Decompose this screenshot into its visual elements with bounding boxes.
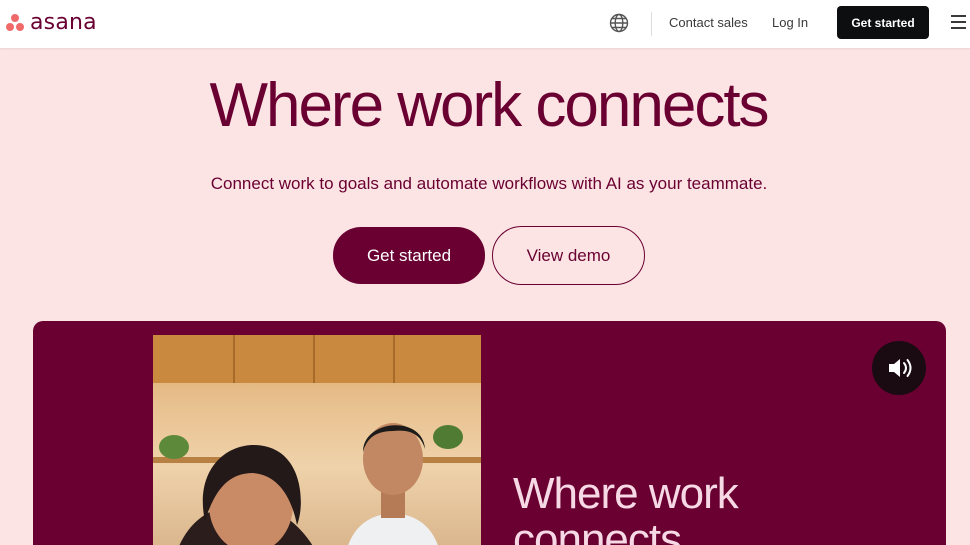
contact-sales-link[interactable]: Contact sales (669, 15, 748, 30)
nav-divider (651, 12, 652, 36)
hamburger-menu-icon[interactable] (951, 15, 966, 29)
top-nav: asana Contact sales Log In Get started (0, 0, 970, 48)
get-started-button[interactable]: Get started (333, 227, 485, 284)
brand-name: asana (30, 10, 97, 35)
asana-logo[interactable]: asana (4, 11, 97, 35)
globe-icon[interactable] (608, 12, 630, 34)
nav-get-started-button[interactable]: Get started (837, 6, 929, 39)
video-overlay-title: Where work connects (513, 469, 739, 545)
hero-title: Where work connects (209, 71, 769, 140)
view-demo-button[interactable]: View demo (492, 226, 645, 285)
asana-logo-icon (4, 13, 26, 33)
volume-icon[interactable] (872, 341, 926, 395)
hero-subtitle: Connect work to goals and automate workf… (210, 174, 768, 193)
log-in-link[interactable]: Log In (772, 15, 808, 30)
hero-video[interactable]: Where work connects (33, 321, 946, 545)
video-thumbnail-image (153, 335, 481, 545)
